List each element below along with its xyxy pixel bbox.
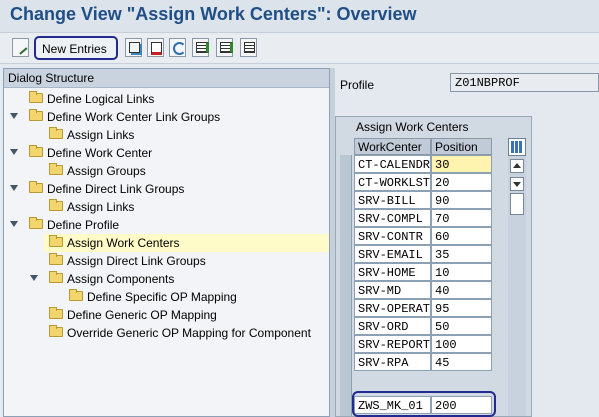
cell-workcenter[interactable]: CT-WORKLST [354, 173, 431, 191]
folder-icon [29, 181, 43, 193]
profile-field: Z01NBPROF [450, 73, 599, 92]
page-title: Change View "Assign Work Centers": Overv… [10, 4, 417, 24]
folder-icon [49, 271, 63, 283]
work-centers-table: Assign Work Centers WorkCenter Position … [335, 116, 532, 417]
cell-workcenter[interactable]: SRV-COMPL [354, 209, 431, 227]
cell-position[interactable]: 50 [431, 317, 492, 335]
tree-node-define-work-center[interactable]: Define Work Center [4, 144, 329, 162]
cell-workcenter[interactable]: SRV-ORD [354, 317, 431, 335]
edit-pencil-icon[interactable] [12, 38, 29, 57]
tree-node-assign-components[interactable]: Assign Components [4, 270, 329, 288]
folder-icon [49, 127, 63, 139]
scroll-down-button[interactable] [510, 177, 524, 191]
tree-node-assign-direct-link-groups[interactable]: Assign Direct Link Groups [4, 252, 329, 270]
deselect-all-icon[interactable] [240, 38, 257, 57]
open-folder-icon [49, 235, 63, 247]
new-entries-button[interactable]: New Entries [34, 36, 118, 60]
tree-node-define-specific-op-mapping[interactable]: Define Specific OP Mapping [4, 288, 329, 306]
select-block-icon[interactable] [216, 38, 233, 57]
cell-position[interactable]: 45 [431, 353, 492, 371]
tree-node-define-logical-links[interactable]: Define Logical Links [4, 90, 329, 108]
folder-icon [29, 217, 43, 229]
table-caption: Assign Work Centers [356, 120, 469, 134]
cell-workcenter[interactable]: SRV-OPERAT [354, 299, 431, 317]
new-entries-label: New Entries [42, 42, 107, 56]
cell-position[interactable]: 60 [431, 227, 492, 245]
table-vertical-scrollbar[interactable] [508, 138, 526, 416]
table-settings-icon[interactable] [508, 138, 526, 156]
expand-triangle-icon[interactable] [10, 221, 18, 227]
folder-icon [49, 163, 63, 175]
dialog-structure-panel: Dialog Structure Define Logical Links De… [3, 68, 330, 417]
cell-position[interactable]: 100 [431, 335, 492, 353]
column-header-position[interactable]: Position [431, 138, 492, 155]
expand-triangle-icon[interactable] [10, 185, 18, 191]
folder-icon [49, 199, 63, 211]
column-header-workcenter[interactable]: WorkCenter [354, 138, 431, 155]
tree-node-assign-links[interactable]: Assign Links [4, 198, 329, 216]
cell-position[interactable]: 90 [431, 191, 492, 209]
scroll-up-button[interactable] [510, 159, 524, 173]
folder-icon [49, 253, 63, 265]
tree-node-define-direct-link-groups[interactable]: Define Direct Link Groups [4, 180, 329, 198]
cell-position[interactable]: 10 [431, 263, 492, 281]
select-all-icon[interactable] [192, 38, 209, 57]
expand-triangle-icon[interactable] [30, 275, 38, 281]
cell-workcenter[interactable]: SRV-REPORT [354, 335, 431, 353]
cell-workcenter[interactable]: SRV-MD [354, 281, 431, 299]
cell-workcenter[interactable]: SRV-BILL [354, 191, 431, 209]
folder-icon [69, 289, 83, 301]
undo-icon[interactable] [169, 38, 186, 57]
tree-node-define-generic-op-mapping[interactable]: Define Generic OP Mapping [4, 306, 329, 324]
cell-position[interactable]: 70 [431, 209, 492, 227]
folder-icon [29, 145, 43, 157]
cell-workcenter[interactable]: CT-CALENDR [354, 155, 431, 173]
tree-node-override-generic-op-mapping[interactable]: Override Generic OP Mapping for Componen… [4, 324, 329, 342]
tree-node-assign-groups[interactable]: Assign Groups [4, 162, 329, 180]
cell-workcenter[interactable]: SRV-HOME [354, 263, 431, 281]
cell-position[interactable]: 30 [431, 155, 492, 173]
folder-icon [29, 91, 43, 103]
expand-triangle-icon[interactable] [10, 149, 18, 155]
cell-position[interactable]: 20 [431, 173, 492, 191]
expand-triangle-icon[interactable] [10, 113, 18, 119]
tree-node-define-profile[interactable]: Define Profile [4, 216, 329, 234]
new-row-highlight [352, 391, 496, 417]
tree-node-assign-work-centers[interactable]: Assign Work Centers [44, 234, 329, 252]
cell-workcenter[interactable]: SRV-RPA [354, 353, 431, 371]
dialog-structure-header: Dialog Structure [4, 69, 329, 88]
cell-workcenter[interactable]: SRV-CONTR [354, 227, 431, 245]
folder-icon [49, 307, 63, 319]
application-toolbar: New Entries [0, 32, 599, 64]
folder-icon [49, 325, 63, 337]
row-selector-column[interactable] [340, 155, 352, 416]
profile-label: Profile [340, 78, 375, 92]
cell-position[interactable]: 40 [431, 281, 492, 299]
tree-node-assign-links[interactable]: Assign Links [4, 126, 329, 144]
delete-icon[interactable] [147, 38, 164, 57]
folder-icon [29, 109, 43, 121]
scroll-thumb[interactable] [510, 193, 524, 215]
title-bar: Change View "Assign Work Centers": Overv… [0, 0, 599, 32]
cell-workcenter[interactable]: SRV-EMAIL [354, 245, 431, 263]
cell-position[interactable]: 95 [431, 299, 492, 317]
copy-icon[interactable] [125, 38, 142, 57]
cell-position[interactable]: 35 [431, 245, 492, 263]
tree-node-define-work-center-link-groups[interactable]: Define Work Center Link Groups [4, 108, 329, 126]
